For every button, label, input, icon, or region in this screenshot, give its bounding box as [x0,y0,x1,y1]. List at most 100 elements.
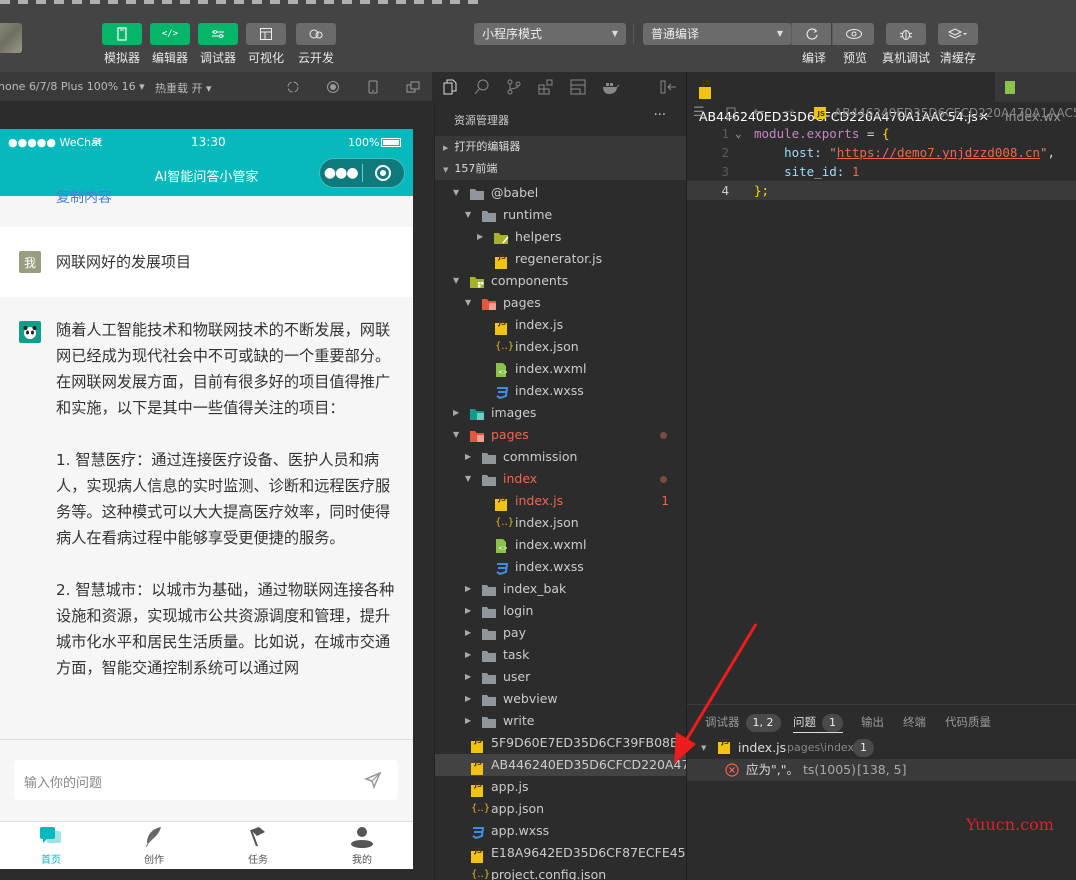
bookmark-icon[interactable] [725,107,737,121]
tree-file[interactable]: {..} index.json [435,512,687,534]
more-actions-icon[interactable]: ··· [654,108,666,123]
visual-toggle-button[interactable] [246,23,286,45]
extensions-icon[interactable] [538,79,554,95]
user-avatar[interactable] [0,23,22,53]
chevron-right-icon[interactable]: ▶ [465,600,471,622]
chevron-right-icon[interactable]: ▶ [477,226,483,248]
chevron-right-icon[interactable]: ▶ [465,688,471,710]
tab-code-quality[interactable]: 代码质量 [945,711,991,733]
tree-file[interactable]: JS AB446240ED35D6CFCD220A47... [435,754,701,776]
open-editors-section[interactable]: ▶ 打开的编辑器 [435,136,687,158]
chevron-right-icon[interactable]: ▶ [465,622,471,644]
list-icon[interactable]: ☰ [693,105,705,120]
more-dots-icon[interactable]: ●●● [320,165,362,181]
docker-icon[interactable] [602,79,620,95]
clear-cache-button[interactable] [938,23,978,45]
chevron-down-icon[interactable]: ▼ [453,182,459,204]
debugger-toggle-button[interactable] [198,23,238,45]
tab-problems[interactable]: 问题 1 [793,711,843,733]
tab-home[interactable]: 首页 [11,826,91,866]
tree-folder[interactable]: ▶ user [435,666,687,688]
tree-folder[interactable]: ▼ components [435,270,687,292]
files-icon[interactable] [442,79,458,95]
hot-reload-select[interactable]: 热重载 开 ▾ [155,80,212,96]
chevron-right-icon[interactable]: ▶ [465,446,471,468]
stop-icon[interactable] [326,80,340,94]
tree-folder[interactable]: ▼ @babel [435,182,687,204]
tab-tasks[interactable]: 任务 [218,826,298,866]
chevron-down-icon[interactable]: ▼ [453,424,459,446]
compile-button[interactable] [791,23,831,45]
project-section[interactable]: ▼ 157前端 [435,158,687,180]
question-input[interactable]: 输入你的问题 [14,760,398,800]
tree-file[interactable]: index.wxss [435,556,687,578]
code-line[interactable]: 4}; [687,181,1076,200]
tree-folder[interactable]: ▶ commission [435,446,687,468]
code-line[interactable]: 3 site_id: 1 [687,162,1076,181]
tree-folder[interactable]: ▶ login [435,600,687,622]
tree-folder[interactable]: ▶ task [435,644,687,666]
chevron-down-icon[interactable]: ▼ [453,270,459,292]
tree-file[interactable]: JS index.js 1 [435,490,687,512]
tree-file[interactable]: {..} app.json [435,798,687,820]
simulator-toggle-button[interactable] [102,23,142,45]
fold-icon[interactable]: ⌄ [735,124,742,143]
remote-debug-button[interactable] [886,23,926,45]
tab-active-file[interactable]: JSAB446240ED35D6CFCD220A470A1AAC54.js ✕ [687,72,995,124]
tree-folder[interactable]: ▶ pay [435,622,687,644]
tree-folder[interactable]: ▶ webview [435,688,687,710]
tree-file[interactable]: JS regenerator.js [435,248,687,270]
compile-mode-select[interactable]: 普通编译 ▼ [643,23,791,45]
code-area[interactable]: 1 ⌄ module.exports = {2 host: "https://dem… [687,124,1076,200]
chevron-right-icon[interactable]: ▶ [465,578,471,600]
tab-terminal[interactable]: 终端 [903,711,926,733]
tree-folder[interactable]: ▼ pages [435,292,687,314]
tab-index-wxml[interactable]: index.wx [1005,72,1076,124]
forward-arrow-icon[interactable]: → [783,104,795,120]
tree-file[interactable]: {..} index.json [435,336,687,358]
chevron-right-icon[interactable]: ▶ [465,644,471,666]
chevron-right-icon[interactable]: ▶ [465,710,471,732]
code-line[interactable]: 2 host: "https://demo7.ynjdzzd008.cn", [687,143,1076,162]
tab-create[interactable]: 创作 [114,826,194,866]
detach-window-icon[interactable] [406,80,420,94]
rotate-icon[interactable] [286,80,300,94]
back-arrow-icon[interactable]: ← [753,104,765,120]
source-control-icon[interactable] [506,79,522,95]
tree-folder[interactable]: ▶ helpers [435,226,687,248]
mode-select[interactable]: 小程序模式 ▼ [474,23,626,45]
tree-file[interactable]: <> index.wxml [435,534,687,556]
tree-folder[interactable]: ▼ runtime [435,204,687,226]
chevron-right-icon[interactable]: ▶ [465,666,471,688]
chevron-right-icon[interactable]: ▶ [453,402,459,424]
device-icon[interactable] [366,80,380,94]
tree-folder[interactable]: ▶ write [435,710,687,732]
tree-folder[interactable]: ▼ index [435,468,687,490]
outline-icon[interactable] [570,79,586,95]
tree-file[interactable]: JS E18A9642ED35D6CF87ECFE454... [435,842,706,864]
code-line[interactable]: 1 ⌄ module.exports = { [687,124,1076,143]
close-miniprogram-icon[interactable] [362,165,404,181]
search-icon[interactable] [474,79,490,95]
chevron-down-icon[interactable]: ▼ [465,468,471,490]
editor-toggle-button[interactable]: </> [150,23,190,45]
tree-file[interactable]: {..} project.config.json [435,864,687,880]
tree-folder[interactable]: ▶ index_bak [435,578,687,600]
tree-file[interactable]: JS app.js [435,776,687,798]
tab-output[interactable]: 输出 [861,711,884,733]
tree-folder[interactable]: ▶ images [435,402,687,424]
device-select[interactable]: hone 6/7/8 Plus 100% 16 ▾ [0,80,145,93]
tree-file[interactable]: app.wxss [435,820,687,842]
tree-file[interactable]: JS 5F9D60E7ED35D6CF39FB08E02... [435,732,706,754]
breadcrumb-file[interactable]: AB446240ED35D6CFCD220A470A1AAC54.js [834,106,1076,120]
copy-content-link[interactable]: 复制内容 [56,187,112,207]
cloud-dev-button[interactable] [296,23,336,45]
tree-file[interactable]: index.wxss [435,380,687,402]
chevron-down-icon[interactable]: ▼ [465,292,471,314]
tree-file[interactable]: JS index.js [435,314,687,336]
preview-button[interactable] [832,23,874,45]
collapse-panel-icon[interactable] [660,79,678,95]
tree-folder[interactable]: ▼ pages [435,424,687,446]
chevron-down-icon[interactable]: ▼ [465,204,471,226]
tree-file[interactable]: <> index.wxml [435,358,687,380]
